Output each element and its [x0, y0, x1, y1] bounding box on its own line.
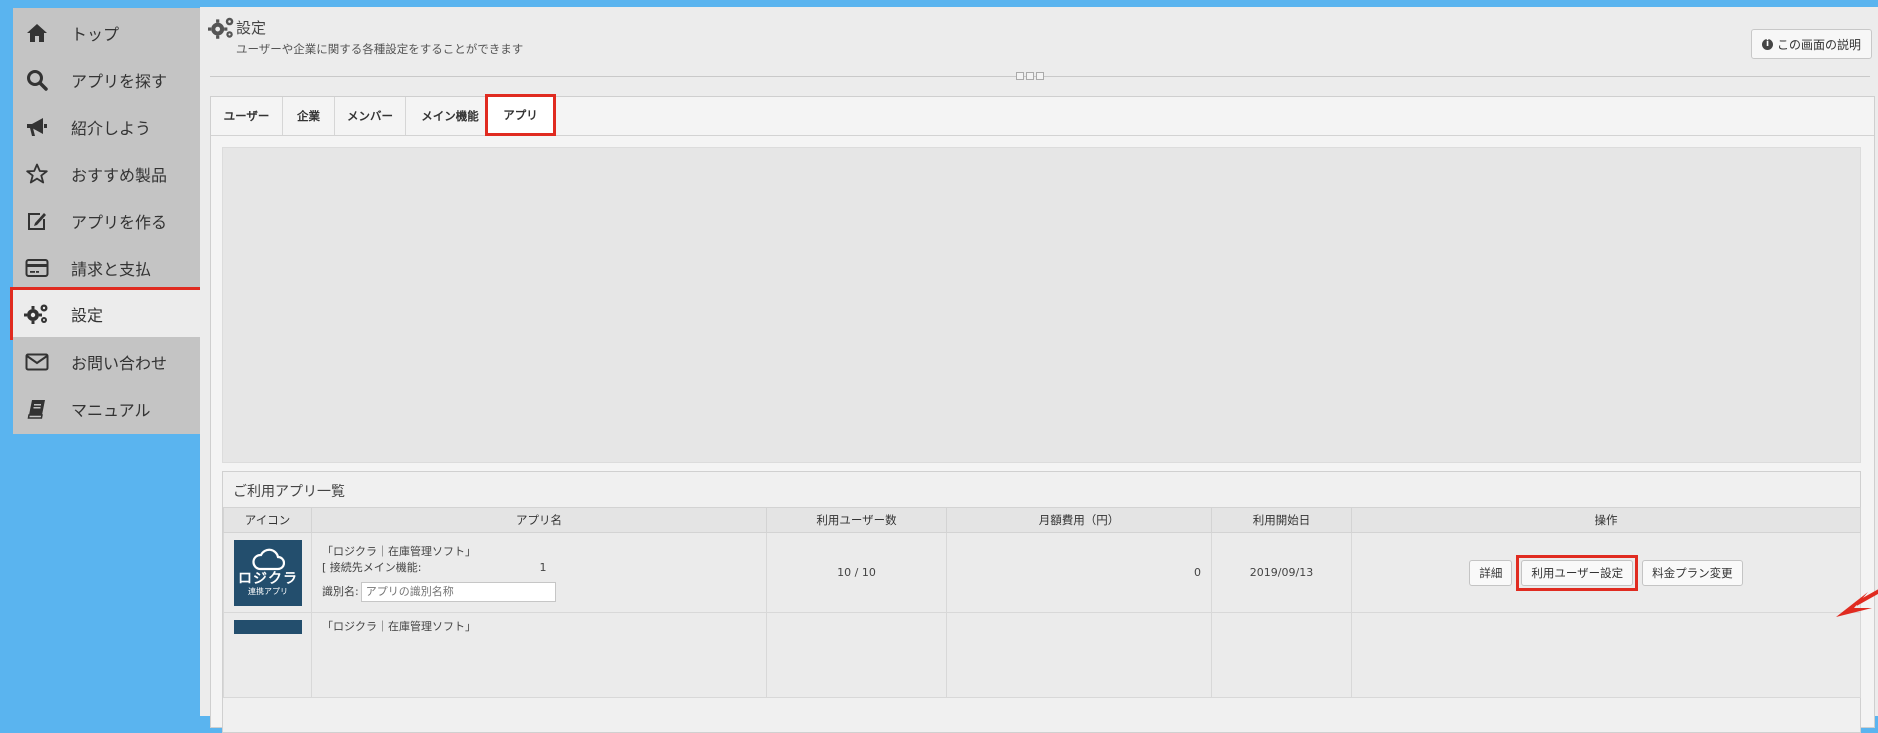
user-settings-highlight: 利用ユーザー設定 — [1516, 554, 1639, 591]
sidebar: トップ アプリを探す 紹介しよう おすすめ製品 アプリを作る 請求と支払 設定 … — [0, 7, 203, 716]
monthly-fee-cell: 0 — [946, 532, 1212, 613]
collapse-handle[interactable] — [1016, 72, 1044, 80]
actions-cell: 詳細 利用ユーザー設定 料金プラン変更 — [1351, 532, 1861, 613]
credit-card-icon — [23, 254, 51, 282]
app-icon: ロジクラ 連携アプリ — [234, 539, 302, 606]
settings-panel: ユーザー 企業 メンバー メイン機能 アプリ ご利用アプリ一覧 アイコン アプリ… — [210, 94, 1875, 733]
app-icon-brand: ロジクラ — [238, 571, 298, 587]
sidebar-item-recommended[interactable]: おすすめ製品 — [13, 149, 200, 199]
column-header: アプリ名 — [311, 507, 767, 533]
sidebar-item-introduce[interactable]: 紹介しよう — [13, 102, 200, 152]
details-button[interactable]: 詳細 — [1469, 559, 1513, 586]
tab-user[interactable]: ユーザー — [211, 97, 283, 135]
sidebar-item-label: 紹介しよう — [71, 119, 152, 138]
sidebar-item-label: アプリを探す — [71, 72, 168, 91]
envelope-icon — [23, 348, 51, 376]
app-name: 「ロジクラ｜在庫管理ソフト」 — [322, 544, 476, 558]
settings-tabs: ユーザー 企業 メンバー メイン機能 アプリ — [211, 94, 1874, 136]
tab-members[interactable]: メンバー — [335, 97, 406, 135]
start-date-cell — [1211, 612, 1352, 698]
megaphone-icon — [23, 113, 51, 141]
sidebar-item-settings[interactable]: 設定 — [10, 287, 203, 340]
gears-icon — [23, 300, 51, 328]
actions-cell — [1351, 612, 1861, 698]
content-banner-area — [222, 147, 1861, 463]
sidebar-item-label: お問い合わせ — [71, 354, 168, 373]
column-header: 月額費用（円） — [946, 507, 1212, 533]
sidebar-item-label: アプリを作る — [71, 213, 168, 232]
users-cell: 10 / 10 — [766, 532, 947, 613]
column-header: 利用開始日 — [1211, 507, 1352, 533]
sidebar-item-label: マニュアル — [71, 401, 151, 420]
home-icon — [23, 19, 51, 47]
connection-prefix: [ 接続先メイン機能: — [322, 560, 422, 574]
annotation-arrow — [1836, 589, 1878, 617]
gears-icon — [208, 15, 236, 45]
column-header: 操作 — [1351, 507, 1861, 533]
sidebar-item-create-app[interactable]: アプリを作る — [13, 196, 200, 246]
app-name: 「ロジクラ｜在庫管理ソフト」 — [322, 620, 476, 633]
app-icon-sub: 連携アプリ — [248, 587, 288, 596]
search-icon — [23, 66, 51, 94]
main-content: 設定 ユーザーや企業に関する各種設定をすることができます i この画面の説明 ユ… — [200, 7, 1878, 733]
sidebar-item-label: おすすめ製品 — [71, 166, 168, 185]
book-icon — [23, 395, 51, 423]
sidebar-item-top[interactable]: トップ — [13, 8, 200, 58]
app-icon — [234, 620, 302, 634]
app-list-title: ご利用アプリ一覧 — [233, 484, 345, 500]
page-header: 設定 ユーザーや企業に関する各種設定をすることができます — [208, 15, 523, 57]
sidebar-item-find-apps[interactable]: アプリを探す — [13, 55, 200, 105]
alias-label: 識別名: — [322, 584, 359, 598]
help-button-label: この画面の説明 — [1776, 37, 1861, 52]
sidebar-item-label: トップ — [71, 25, 120, 44]
table-row: ロジクラ 連携アプリ 「ロジクラ｜在庫管理ソフト」 [ 接続先メイン機能: 1 識… — [223, 532, 1861, 613]
star-icon — [23, 160, 51, 188]
app-name-cell: 「ロジクラ｜在庫管理ソフト」 — [311, 612, 767, 698]
app-list: ご利用アプリ一覧 アイコン アプリ名 利用ユーザー数 月額費用（円） 利用開始日… — [222, 471, 1861, 733]
table-header-row: アイコン アプリ名 利用ユーザー数 月額費用（円） 利用開始日 操作 — [223, 507, 1861, 533]
sidebar-item-contact[interactable]: お問い合わせ — [13, 337, 200, 387]
app-table: アイコン アプリ名 利用ユーザー数 月額費用（円） 利用開始日 操作 ロジクラ … — [223, 507, 1861, 698]
start-date-cell: 2019/09/13 — [1211, 532, 1352, 613]
edit-icon — [23, 207, 51, 235]
sidebar-item-manual[interactable]: マニュアル — [13, 384, 200, 434]
sidebar-item-label: 請求と支払 — [71, 260, 152, 279]
sidebar-item-billing[interactable]: 請求と支払 — [13, 243, 200, 293]
change-plan-button[interactable]: 料金プラン変更 — [1642, 559, 1743, 586]
column-header: アイコン — [223, 507, 312, 533]
app-icon-cell: ロジクラ 連携アプリ — [223, 532, 312, 613]
app-name-cell: 「ロジクラ｜在庫管理ソフト」 [ 接続先メイン機能: 1 識別名: — [311, 532, 767, 613]
monthly-fee-cell — [946, 612, 1212, 698]
users-cell — [766, 612, 947, 698]
screen-help-button[interactable]: i この画面の説明 — [1750, 29, 1872, 59]
alias-input[interactable] — [360, 581, 556, 602]
page-title: 設定 — [236, 19, 267, 37]
app-connection: [ 接続先メイン機能: 1 — [322, 560, 765, 576]
app-icon-cell — [223, 612, 312, 698]
cloud-icon — [252, 548, 285, 571]
tab-main-function[interactable]: メイン機能 — [406, 97, 495, 135]
column-header: 利用ユーザー数 — [766, 507, 947, 533]
info-icon: i — [1761, 38, 1773, 50]
tab-apps[interactable]: アプリ — [485, 94, 556, 136]
table-row: 「ロジクラ｜在庫管理ソフト」 — [223, 612, 1861, 698]
user-settings-button[interactable]: 利用ユーザー設定 — [1521, 559, 1634, 586]
connection-suffix: 1 — [539, 560, 547, 574]
top-bar — [0, 0, 1878, 7]
sidebar-item-label: 設定 — [71, 305, 104, 325]
tab-company[interactable]: 企業 — [283, 97, 335, 135]
page-subtitle: ユーザーや企業に関する各種設定をすることができます — [236, 42, 524, 56]
